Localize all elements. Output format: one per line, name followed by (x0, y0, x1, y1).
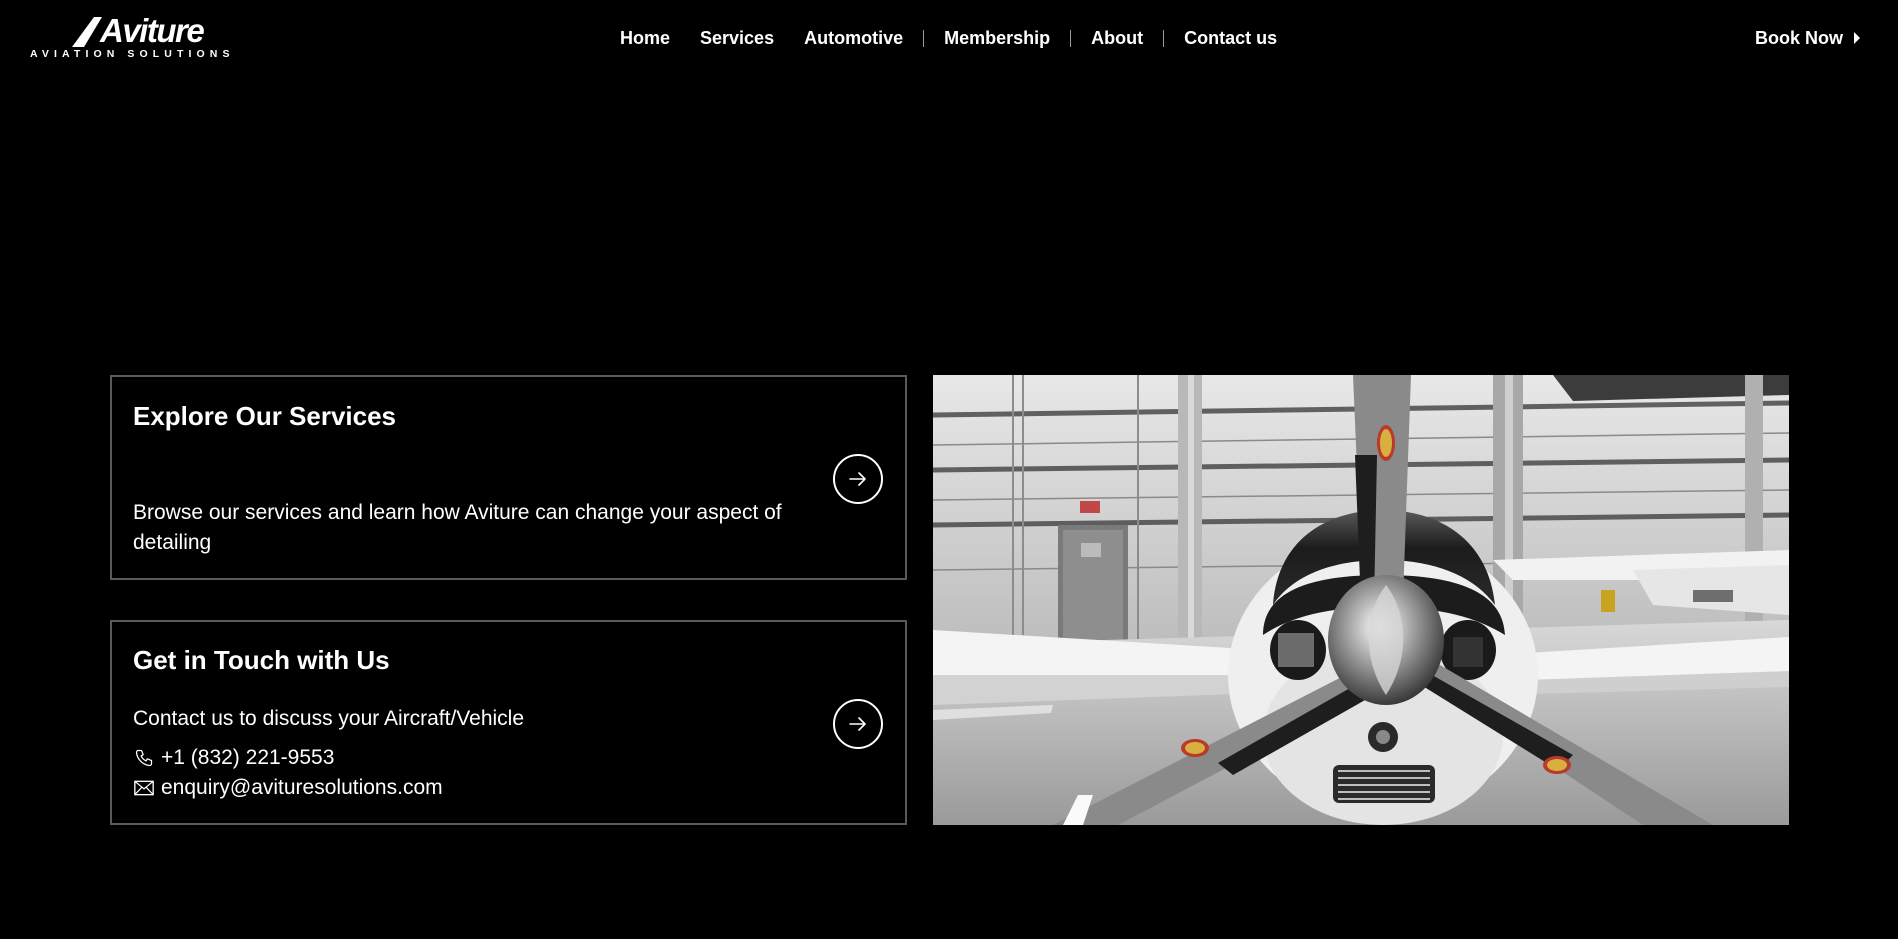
phone-icon (133, 747, 155, 769)
contact-card-title: Get in Touch with Us (133, 645, 390, 675)
aircraft-illustration (933, 375, 1789, 825)
nav-item-automotive[interactable]: Automotive (804, 24, 903, 52)
book-now-button[interactable]: Book Now (1755, 24, 1860, 52)
arrow-right-icon (849, 717, 866, 731)
nav-item-contact[interactable]: Contact us (1184, 24, 1277, 52)
phone-row[interactable]: +1 (832) 221-9553 (133, 743, 334, 773)
book-now-label: Book Now (1755, 27, 1843, 48)
main-nav: Home Services Automotive Membership Abou… (620, 24, 1277, 52)
contact-card-description: Contact us to discuss your Aircraft/Vehi… (133, 707, 525, 730)
contact-card[interactable]: Get in Touch with Us Contact us to discu… (110, 620, 907, 825)
nav-item-home[interactable]: Home (620, 24, 670, 52)
brand-tagline: AVIATION SOLUTIONS (30, 48, 235, 60)
nav-divider (1163, 29, 1165, 47)
nav-item-about[interactable]: About (1091, 24, 1143, 52)
services-arrow-button[interactable] (833, 454, 883, 504)
brand-logo[interactable]: Aviture AVIATION SOLUTIONS (30, 12, 240, 61)
nav-item-services[interactable]: Services (700, 24, 774, 52)
aircraft-hangar-photo (933, 375, 1789, 825)
mail-icon (133, 777, 155, 799)
nav-divider (1070, 29, 1072, 47)
brand-name: Aviture (100, 12, 205, 49)
nav-item-membership[interactable]: Membership (944, 24, 1050, 52)
email-row[interactable]: enquiry@avituresolutions.com (133, 773, 443, 803)
services-card-description: Browse our services and learn how Avitur… (133, 501, 782, 554)
nav-divider (923, 29, 925, 47)
contact-arrow-button[interactable] (833, 699, 883, 749)
services-card-title: Explore Our Services (133, 401, 397, 431)
phone-number: +1 (832) 221-9553 (161, 746, 335, 769)
services-card[interactable]: Explore Our Services Browse our services… (110, 375, 907, 580)
caret-right-icon (1854, 32, 1860, 44)
arrow-right-icon (849, 472, 866, 486)
email-address: enquiry@avituresolutions.com (161, 776, 443, 799)
